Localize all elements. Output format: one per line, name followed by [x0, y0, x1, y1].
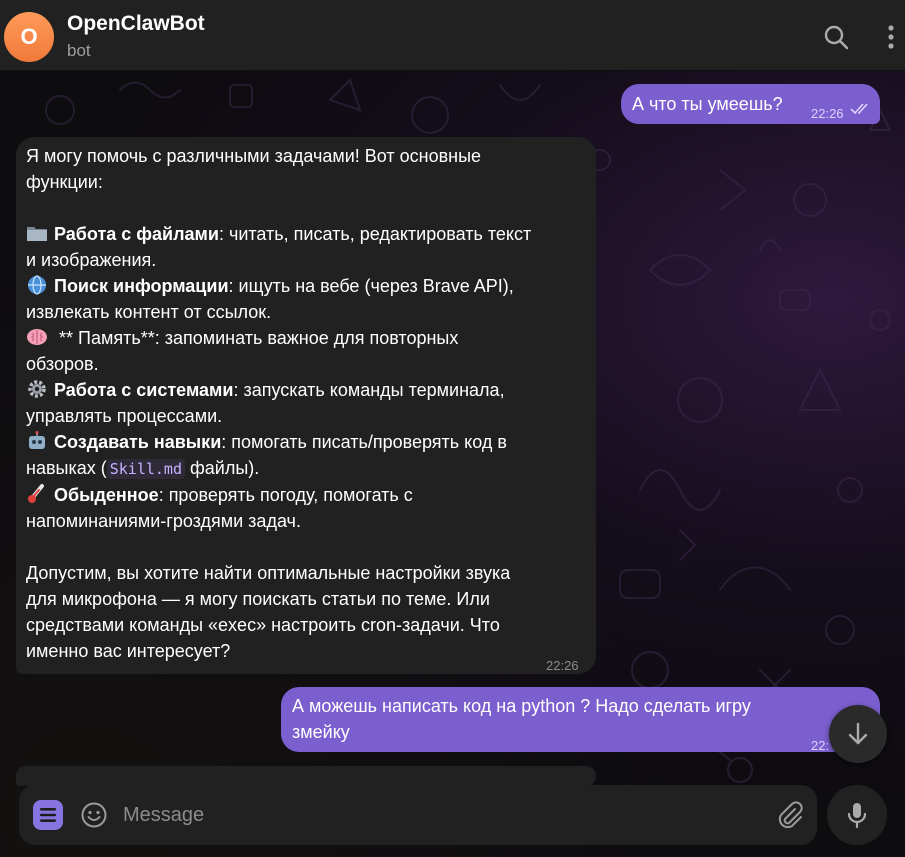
thermometer-icon	[28, 484, 44, 503]
message-line: Обыденное: проверять погоду, помогать с	[26, 482, 586, 508]
emoji-icon[interactable]	[80, 801, 108, 829]
feature-title: Работа с файлами	[54, 224, 219, 244]
message-line: змейку	[292, 722, 350, 742]
message-line: Поиск информации: ищуть на вебе (через B…	[26, 273, 586, 299]
globe-icon	[28, 275, 46, 295]
message-line: ** Память**: запоминать важное для повто…	[26, 325, 586, 351]
message-outgoing[interactable]: А можешь написать код на python ? Надо с…	[281, 687, 880, 753]
feature-text: навыках (	[26, 458, 107, 478]
gear-icon	[28, 380, 46, 398]
voice-message-button[interactable]	[827, 785, 887, 845]
feature-text: : ищуть на вебе (через Brave API),	[228, 276, 514, 296]
chat-subtitle: bot	[67, 41, 91, 60]
menu-icon	[40, 808, 56, 822]
message-composer: Message	[19, 785, 817, 845]
folder-icon	[27, 227, 47, 241]
feature-text: : помогать писать/проверять код в	[221, 432, 507, 452]
message-line: А можешь написать код на python ? Надо с…	[292, 696, 751, 716]
feature-text: ** Память**: запоминать важное для повто…	[54, 328, 459, 348]
feature-text: файлы).	[184, 458, 260, 478]
feature-title: Создавать навыки	[54, 432, 222, 452]
more-vertical-icon[interactable]	[884, 22, 898, 52]
arrow-down-icon	[848, 722, 868, 745]
message-outgoing[interactable]: А что ты умеешь? 22:26	[621, 84, 880, 124]
message-line: средствами команды «exec» настроить cron…	[26, 615, 500, 635]
message-line: напоминаниями-гроздями задач.	[26, 511, 301, 531]
chat-title[interactable]: OpenClawBot	[67, 12, 205, 36]
message-line: и изображения.	[26, 250, 157, 270]
feature-text: : запускать команды терминала,	[233, 380, 505, 400]
message-line: извлекать контент от ссылок.	[26, 302, 272, 322]
message-incoming[interactable]: Я могу помочь с различными задачами! Вот…	[16, 137, 596, 674]
feature-title: Работа с системами	[54, 380, 234, 400]
message-text: А что ты умеешь?	[632, 94, 783, 114]
message-time: 22:26	[546, 658, 579, 673]
double-check-icon	[850, 103, 868, 115]
feature-title: Поиск информации	[54, 276, 229, 296]
robot-icon	[29, 431, 45, 449]
feature-text: : проверять погоду, помогать с	[158, 485, 413, 505]
message-time: 22:26	[811, 106, 844, 121]
message-line: управлять процессами.	[26, 406, 223, 426]
message-line: именно вас интересует?	[26, 641, 231, 661]
message-line: для микрофона — я могу поискать статьи п…	[26, 589, 490, 609]
avatar[interactable]: O	[4, 12, 54, 62]
scroll-down-button[interactable]	[829, 705, 887, 763]
message-line: Создавать навыки: помогать писать/провер…	[26, 429, 586, 455]
mic-icon	[847, 803, 867, 829]
message-incoming-partial[interactable]	[16, 766, 596, 786]
message-line: обзоров.	[26, 354, 99, 374]
chat-window: O OpenClawBot bot А что ты умеешь? 22:26…	[0, 0, 905, 857]
bot-menu-button[interactable]	[33, 800, 63, 830]
feature-title: Обыденное	[54, 485, 159, 505]
message-line: Допустим, вы хотите найти оптимальные на…	[26, 563, 511, 583]
chat-header: O OpenClawBot bot	[0, 0, 905, 71]
message-line: функции:	[26, 172, 103, 192]
message-line: Работа с файлами: читать, писать, редакт…	[26, 221, 586, 247]
search-icon[interactable]	[822, 23, 850, 51]
inline-code: Skill.md	[106, 459, 185, 479]
message-line: Я могу помочь с различными задачами! Вот…	[26, 146, 482, 166]
attach-icon[interactable]	[775, 800, 803, 830]
brain-icon	[27, 329, 47, 345]
message-line: навыках (Skill.md файлы).	[26, 455, 586, 482]
message-line: Работа с системами: запускать команды те…	[26, 377, 586, 403]
message-input[interactable]: Message	[123, 804, 204, 827]
feature-text: : читать, писать, редактировать текст	[218, 224, 532, 244]
message-time: 22:	[811, 738, 830, 753]
